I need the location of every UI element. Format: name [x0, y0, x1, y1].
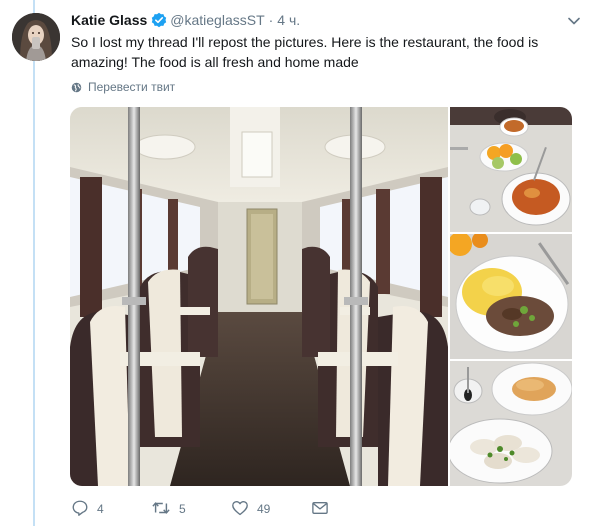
display-name[interactable]: Katie Glass [71, 12, 147, 28]
reply-button[interactable]: 4 [71, 499, 151, 520]
direct-message-button[interactable] [311, 500, 329, 519]
translate-tweet-link[interactable]: Перевести твит [71, 80, 175, 94]
thread-connector-line [33, 0, 35, 526]
photo-soup-and-salad[interactable] [450, 107, 572, 232]
user-handle[interactable]: @katieglassST [170, 12, 264, 28]
avatar[interactable] [12, 13, 60, 61]
tweet-text: So I lost my thread I'll repost the pict… [71, 34, 539, 70]
retweet-icon [151, 499, 171, 520]
photo-dumplings-and-pastry[interactable] [450, 361, 572, 486]
media-grid [70, 107, 572, 486]
verified-badge-icon [151, 12, 167, 28]
tweet-actions: 4 5 49 [71, 497, 329, 521]
photo-restaurant-interior[interactable] [70, 107, 448, 486]
like-button[interactable]: 49 [231, 499, 311, 520]
like-count: 49 [257, 502, 271, 516]
translate-label: Перевести твит [88, 80, 176, 94]
heart-icon [231, 499, 249, 520]
reply-icon [71, 499, 89, 520]
photo-mashed-potatoes[interactable] [450, 234, 572, 359]
globe-icon [71, 82, 82, 93]
separator-dot: · [268, 12, 274, 28]
timestamp[interactable]: 4 ч. [277, 12, 300, 28]
direct-message-icon [311, 500, 329, 519]
chevron-down-icon[interactable] [567, 14, 581, 28]
retweet-button[interactable]: 5 [151, 499, 231, 520]
retweet-count: 5 [179, 502, 186, 516]
tweet-header: Katie Glass @katieglassST · 4 ч. [71, 10, 300, 30]
reply-count: 4 [97, 502, 104, 516]
